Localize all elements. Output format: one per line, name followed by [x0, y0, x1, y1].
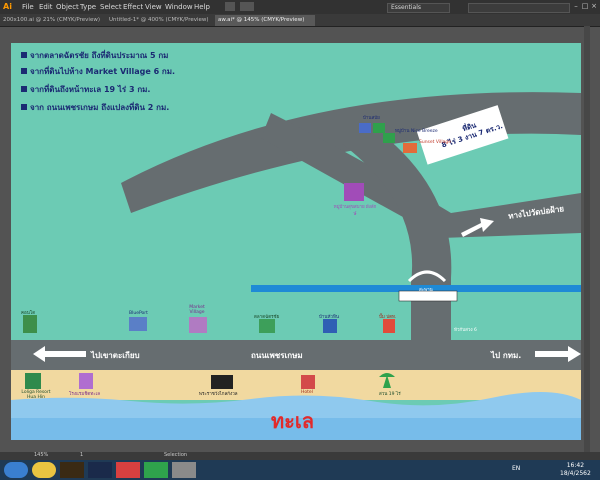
info-bullet-1: จากตลาดฉัตรชัย ถึงที่ดินประมาณ 5 กม: [21, 49, 168, 62]
page-number[interactable]: 1: [80, 452, 83, 458]
info-bullet-3: จากที่ดินถึงหน้าทะเล 19 ไร่ 3 กม.: [21, 83, 150, 96]
menu-file[interactable]: File: [22, 0, 34, 14]
road-left-label: ไปเขาตะเกียบ: [91, 351, 140, 360]
poi-market-village: Market Village: [189, 305, 205, 315]
document-tabs: 200x100.ai @ 21% (CMYK/Preview) Untitled…: [0, 14, 600, 27]
hotel-building-icon: [79, 373, 93, 389]
house-icon-village-4: [403, 143, 417, 153]
vertical-scrollbar[interactable]: [584, 26, 590, 452]
app-icon-2[interactable]: [172, 462, 196, 478]
poi-market: ตลาดฉัตรชัย: [254, 315, 280, 320]
poi-condo: คอนโด: [21, 311, 36, 316]
market-village-building-icon: [189, 317, 207, 333]
poi-hotel-1: โรงแรมชิดทะเล: [69, 392, 100, 397]
bridge-label: สะพาน: [419, 288, 433, 293]
village-label-2: หมู่บ้าน Nice Breeze: [395, 129, 438, 134]
illustrator-taskbar-icon[interactable]: [60, 462, 84, 478]
road-right-label: ไป กทม.: [491, 351, 522, 360]
menu-bar: Ai File Edit Object Type Select Effect V…: [0, 0, 600, 14]
house-icon-village-3: [383, 133, 395, 143]
tab-aw[interactable]: aw.ai* @ 145% (CMYK/Preview): [215, 15, 315, 26]
poi-blueport: BluePort: [129, 311, 148, 316]
info-bullet-2: จากที่ดินไปห้าง Market Village 6 กม.: [21, 65, 175, 78]
menu-help[interactable]: Help: [194, 0, 210, 14]
fuel-pump-icon: [383, 319, 395, 333]
start-button[interactable]: [4, 462, 28, 478]
menu-select[interactable]: Select: [100, 0, 122, 14]
highway-label: ถนนเพชรเกษม: [251, 351, 303, 360]
language-indicator[interactable]: EN: [512, 465, 520, 472]
menu-effect[interactable]: Effect: [123, 0, 143, 14]
house-icon-village-1: [359, 123, 371, 133]
tab-200x100[interactable]: 200x100.ai @ 21% (CMYK/Preview): [0, 15, 105, 26]
house-icon: [323, 319, 337, 333]
info-bullet-4: จาก ถนนเพชรเกษม ถึงแปลงที่ดิน 2 กม.: [21, 101, 169, 114]
minimize-icon[interactable]: –: [572, 2, 580, 11]
maximize-icon[interactable]: □: [581, 2, 589, 11]
sea-label: ทะเล: [271, 409, 315, 433]
menu-object[interactable]: Object: [56, 0, 79, 14]
menu-type[interactable]: Type: [80, 0, 96, 14]
blueport-building-icon: [129, 317, 147, 331]
app-icon[interactable]: [116, 462, 140, 478]
junction-label: หัวกับสวง 6: [454, 328, 477, 333]
village-label-3: Sunset Village: [419, 140, 451, 145]
tab-untitled[interactable]: Untitled-1* @ 400% (CMYK/Preview): [106, 15, 214, 26]
menu-window[interactable]: Window: [165, 0, 193, 14]
close-icon[interactable]: ×: [590, 2, 598, 11]
bridge-icon[interactable]: [225, 2, 235, 11]
zoom-level[interactable]: 145%: [34, 452, 48, 458]
condo-building-icon: [23, 315, 37, 333]
menu-view[interactable]: View: [145, 0, 162, 14]
hotel-icon: [301, 375, 315, 389]
current-tool: Selection: [164, 452, 188, 458]
palace-icon: [211, 375, 233, 389]
menu-edit[interactable]: Edit: [39, 0, 53, 14]
village-label-4: หมู่บ้านสุขสบาย ผังลักษ์: [333, 205, 377, 217]
village-label-1: บ้านสบัย: [363, 116, 380, 121]
poi-hotel-2: Hotel: [301, 390, 313, 395]
artboard: จากตลาดฉัตรชัย ถึงที่ดินประมาณ 5 กม จากท…: [11, 43, 581, 440]
search-input[interactable]: [468, 3, 570, 13]
house-icon-village-2: [373, 123, 385, 133]
village-house-icon: [344, 183, 364, 201]
poi-garden: สวน 19 ไร่: [379, 392, 401, 397]
resort-building-icon: [25, 373, 41, 389]
photoshop-icon[interactable]: [88, 462, 112, 478]
poi-house: บ้านหัวหิน: [319, 315, 339, 320]
poi-fuel: ปั๊ม ปตท.: [379, 315, 397, 320]
status-bar: 145% 1 Selection: [0, 452, 600, 460]
line-icon[interactable]: [144, 462, 168, 478]
poi-resort: Loliga Resort Hua Hin: [21, 390, 51, 400]
clock[interactable]: 16:42 18/4/2562: [560, 462, 591, 478]
arrange-documents-icon[interactable]: [240, 2, 254, 11]
windows-taskbar: EN 16:42 18/4/2562: [0, 460, 600, 480]
poi-palace: พระราชวังไกลกังวล: [199, 392, 238, 397]
chrome-icon[interactable]: [32, 462, 56, 478]
workspace-switcher[interactable]: Essentials: [387, 3, 450, 13]
illustrator-logo: Ai: [3, 2, 12, 11]
market-stall-icon: [259, 319, 275, 333]
